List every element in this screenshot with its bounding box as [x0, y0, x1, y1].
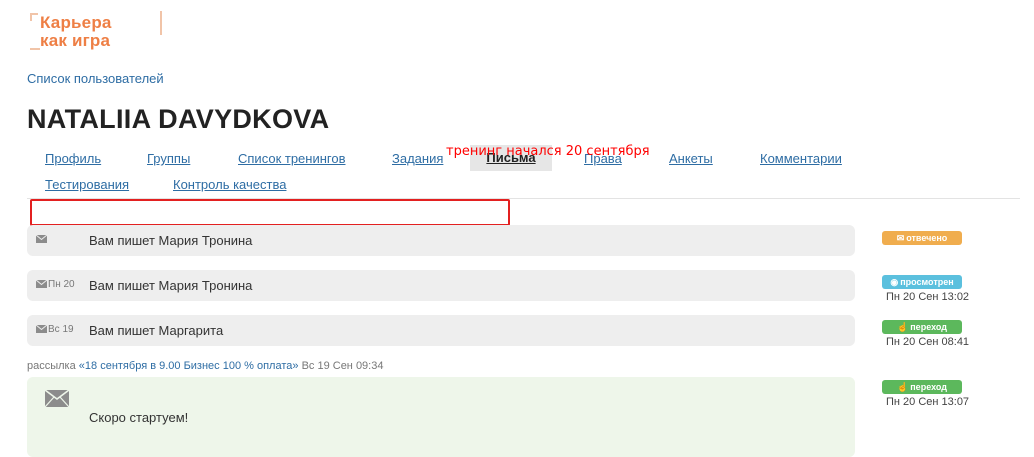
logo[interactable]: Карьера как игра [30, 10, 162, 50]
tab-tests[interactable]: Тестирования [45, 177, 129, 192]
message-date: Вс 19 [48, 324, 74, 335]
tab-groups[interactable]: Группы [147, 151, 190, 166]
status-badge-viewed: ◉ просмотрен [882, 275, 962, 289]
envelope-icon [36, 280, 47, 288]
status-timestamp: Пн 20 Сен 08:41 [886, 336, 970, 348]
tab-comments[interactable]: Комментарии [760, 151, 842, 166]
mailing-link[interactable]: «18 сентября в 9.00 Бизнес 100 % оплата» [79, 360, 299, 372]
message-subject: Вам пишет Маргарита [89, 323, 224, 338]
status-badge-label: просмотрен [900, 277, 954, 287]
tab-quality-control[interactable]: Контроль качества [173, 177, 286, 192]
logo-corner-decoration [160, 11, 162, 35]
pointer-icon: ☝ [897, 322, 909, 332]
tab-profile[interactable]: Профиль [45, 151, 101, 166]
users-list-link[interactable]: Список пользователей [27, 71, 164, 86]
message-row[interactable]: Вс 19 Вам пишет Маргарита [27, 315, 855, 346]
page-title: NATALIIA DAVYDKOVA [27, 104, 330, 134]
status-timestamp: Пн 20 Сен 13:02 [886, 291, 970, 303]
logo-corner-decoration [30, 13, 38, 21]
envelope-icon [36, 235, 47, 243]
open-message[interactable]: Скоро стартуем! [27, 377, 855, 457]
tab-tasks[interactable]: Задания [392, 151, 443, 166]
status-badge-label: переход [910, 382, 947, 392]
status-timestamp: Пн 20 Сен 13:07 [886, 396, 970, 408]
envelope-icon [36, 325, 47, 333]
mailing-prefix: рассылка [27, 360, 76, 372]
annotation-note: тренинг начался 20 сентября [446, 144, 650, 159]
mailing-info: рассылка «18 сентября в 9.00 Бизнес 100 … [27, 360, 383, 372]
pointer-icon: ☝ [897, 382, 909, 392]
eye-icon: ◉ [890, 277, 899, 287]
mailing-sent-time: Вс 19 Сен 09:34 [301, 360, 384, 372]
message-subject: Вам пишет Мария Тронина [89, 278, 253, 293]
status-badge-label: переход [910, 322, 947, 332]
envelope-icon [45, 390, 69, 407]
message-row[interactable]: Пн 20 Вам пишет Мария Тронина [27, 270, 855, 301]
annotation-highlight-box [30, 199, 510, 226]
status-badge-clicked: ☝ переход [882, 380, 962, 394]
message-row[interactable]: Вам пишет Мария Тронина [27, 225, 855, 256]
message-subject: Вам пишет Мария Тронина [89, 233, 253, 248]
logo-text-line1: Карьера [40, 13, 112, 32]
status-badge-label: отвечено [906, 233, 948, 243]
tab-questionnaires[interactable]: Анкеты [669, 151, 713, 166]
envelope-icon: ✉ [896, 233, 905, 243]
logo-text-line2: как игра [40, 31, 111, 50]
status-badge-clicked: ☝ переход [882, 320, 962, 334]
logo-corner-decoration [30, 48, 40, 50]
message-date: Пн 20 [48, 279, 75, 290]
status-badge-answered: ✉ отвечено [882, 231, 962, 245]
message-body: Скоро стартуем! [89, 410, 189, 425]
tab-trainings-list[interactable]: Список тренингов [238, 151, 346, 166]
